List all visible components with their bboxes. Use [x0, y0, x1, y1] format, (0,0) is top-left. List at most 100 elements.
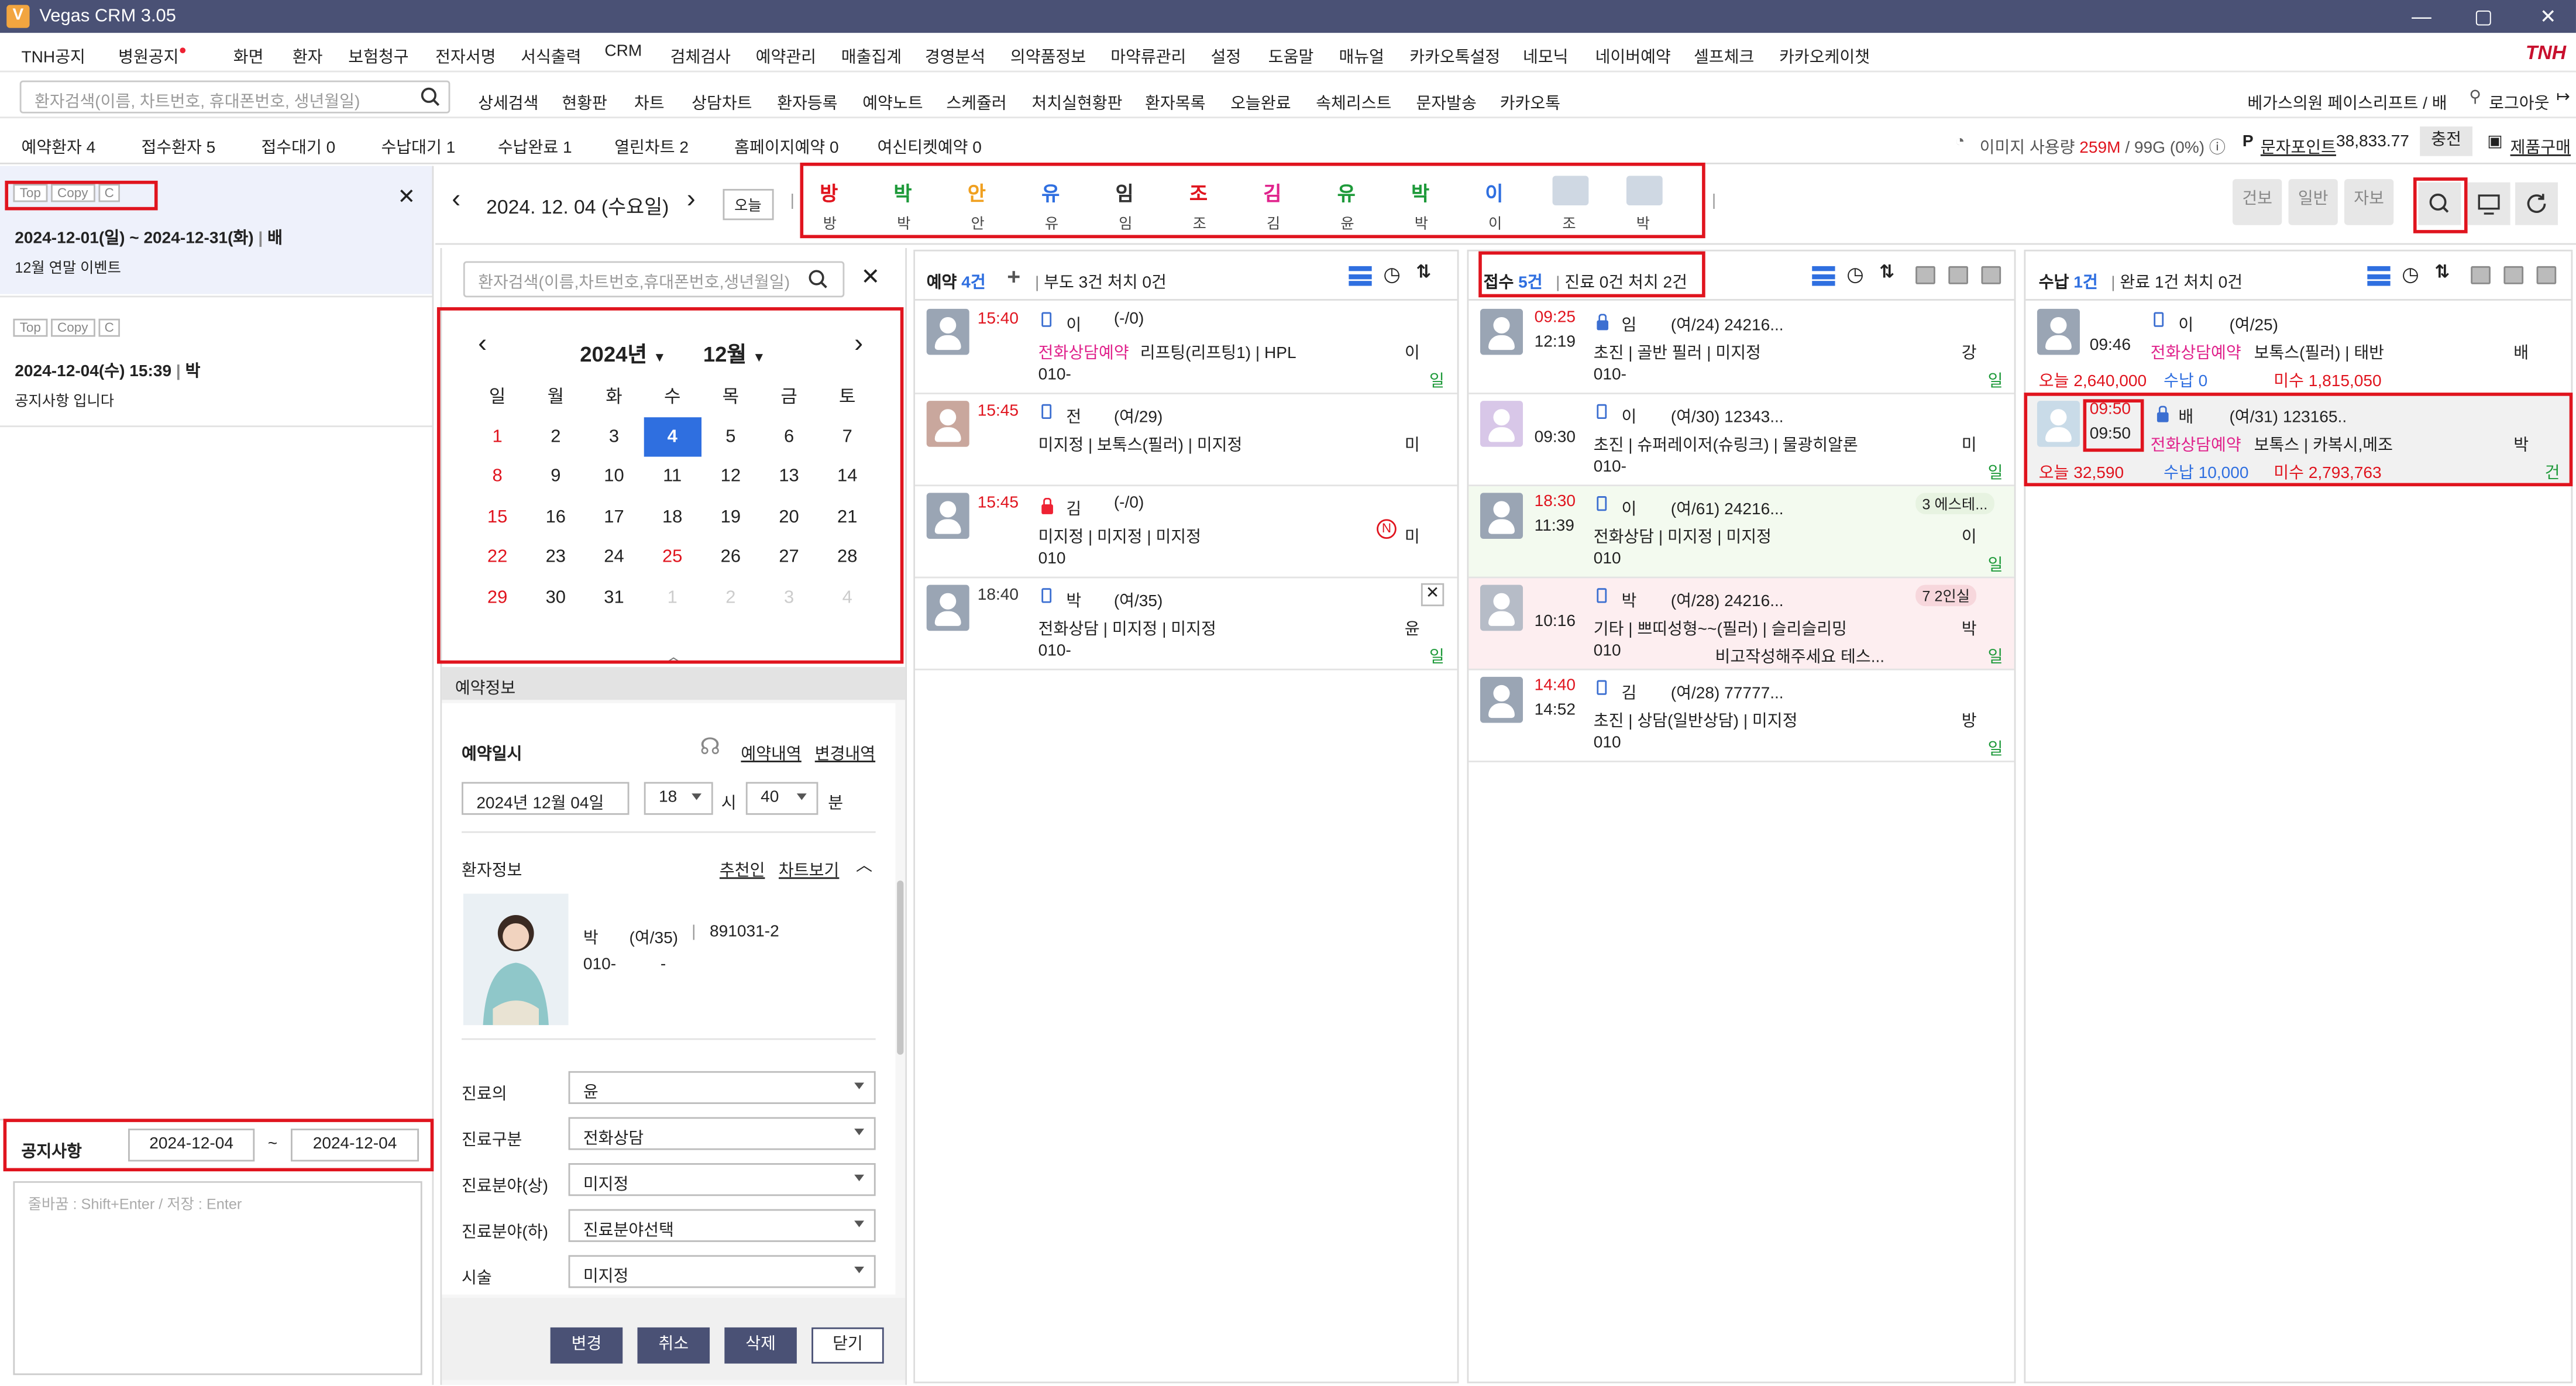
menu-help[interactable]: 도움말: [1268, 43, 1314, 67]
h-icon[interactable]: [1915, 266, 1935, 284]
menu-insurance[interactable]: 보험청구: [348, 43, 408, 67]
menu-crm[interactable]: CRM: [604, 43, 642, 61]
scrollbar[interactable]: [897, 881, 904, 1055]
sort-icon[interactable]: ⇅: [1879, 261, 1894, 283]
resv-minute-select[interactable]: 40: [745, 782, 818, 815]
menu-forms[interactable]: 서식출력: [521, 43, 581, 67]
status-homepage[interactable]: 홈페이지예약 0: [734, 133, 838, 158]
status-pay-waiting[interactable]: 수납대기 1: [381, 133, 455, 158]
reception-card[interactable]: 09:30 이 (여/30) 12343... 초진 | 슈퍼레이저(슈링크) | 물…: [1468, 394, 2014, 487]
reception-card[interactable]: 09:25 12:19 임 (여/24) 24216... 초진 | 골반 필러 | 미…: [1468, 302, 2014, 394]
bi-icon[interactable]: [2503, 266, 2524, 284]
bi-icon[interactable]: [1948, 266, 1968, 284]
referrer-link[interactable]: 추천인: [720, 856, 765, 881]
menu-analysis[interactable]: 경영분석: [925, 43, 985, 67]
chevron-up-icon[interactable]: ︿: [856, 851, 872, 876]
charge-button[interactable]: 충전: [2420, 126, 2473, 156]
clock-icon[interactable]: ◷: [1846, 263, 1863, 286]
restore-icon[interactable]: ▢: [2474, 5, 2493, 27]
resv-date-picker[interactable]: 2024년 12월 04일: [462, 782, 630, 815]
procedure-select[interactable]: 미지정: [568, 1255, 876, 1288]
monitor-icon[interactable]: [2467, 182, 2510, 225]
clock-icon[interactable]: ◷: [1383, 263, 1400, 286]
logout-icon[interactable]: ↦: [2556, 89, 2570, 107]
toolbar-sms[interactable]: 문자발송: [1416, 89, 1476, 114]
resv-changes-link[interactable]: 변경내역: [815, 740, 875, 764]
list-view-icon[interactable]: [2367, 266, 2391, 286]
insurance-general-button[interactable]: 일반: [2288, 179, 2338, 225]
visit-type-select[interactable]: 전화상담: [568, 1117, 876, 1150]
field-lower-select[interactable]: 진료분야선택: [568, 1209, 876, 1242]
add-icon[interactable]: +: [1007, 263, 1020, 289]
toolbar-chart[interactable]: 차트: [634, 89, 665, 114]
list-view-icon[interactable]: [1812, 266, 1835, 286]
h-icon[interactable]: [2471, 266, 2491, 284]
menu-esign[interactable]: 전자서명: [435, 43, 496, 67]
toolbar-today-done[interactable]: 오늘완료: [1230, 89, 1291, 114]
toolbar-list[interactable]: 속체리스트: [1316, 89, 1391, 114]
toolbar-status-board[interactable]: 현황판: [562, 89, 607, 114]
status-waiting[interactable]: 접수대기 0: [261, 133, 335, 158]
menu-sales[interactable]: 매출집계: [841, 43, 902, 67]
insurance-auto-button[interactable]: 자보: [2344, 179, 2394, 225]
search-icon[interactable]: [421, 87, 441, 107]
clock-icon[interactable]: ◷: [2402, 263, 2419, 286]
reception-card[interactable]: 18:30 11:39 이 (여/61) 24216... 전화상담 | 미지정 | 미…: [1468, 486, 2014, 579]
chart-view-link[interactable]: 차트보기: [779, 856, 839, 881]
menu-screen[interactable]: 화면: [233, 43, 264, 67]
notice-memo-input[interactable]: 줄바꿈 : Shift+Enter / 저장 : Enter: [13, 1181, 422, 1375]
reservation-card[interactable]: 18:40 박 (여/35) 전화상담 | 미지정 | 미지정 010- 윤 ✕ 일: [915, 578, 1457, 670]
tag-top[interactable]: Top: [13, 318, 48, 337]
payment-card[interactable]: 09:46 이 (여/25) 전화상담예약 보톡스(필러) | 태반 배 오늘 2,640,…: [2025, 302, 2571, 394]
delete-button[interactable]: 삭제: [724, 1327, 797, 1364]
toolbar-kakao[interactable]: 카카오톡: [1500, 89, 1560, 114]
close-icon[interactable]: ✕: [861, 263, 880, 291]
change-button[interactable]: 변경: [550, 1327, 623, 1364]
field-upper-select[interactable]: 미지정: [568, 1163, 876, 1196]
insurance-health-button[interactable]: 건보: [2233, 179, 2282, 225]
logout-button[interactable]: 로그아웃: [2489, 89, 2549, 114]
grid-icon[interactable]: [2536, 266, 2557, 284]
patient-search-input[interactable]: 환자검색(이름, 차트번호, 휴대폰번호, 생년월일): [19, 80, 450, 114]
search-icon[interactable]: [809, 270, 828, 290]
status-received[interactable]: 접수환자 5: [141, 133, 215, 158]
close-button[interactable]: 닫기: [811, 1327, 884, 1364]
doctor-select[interactable]: 윤: [568, 1071, 876, 1104]
close-icon[interactable]: ✕: [398, 184, 416, 210]
toolbar-register[interactable]: 환자등록: [777, 89, 837, 114]
toolbar-scheduler[interactable]: 스케쥴러: [946, 89, 1006, 114]
status-open-charts[interactable]: 열린차트 2: [614, 133, 689, 158]
resv-hour-select[interactable]: 18: [644, 782, 713, 815]
toolbar-patient-list[interactable]: 환자목록: [1145, 89, 1205, 114]
menu-nemonic[interactable]: 네모닉: [1523, 43, 1569, 67]
reservation-card[interactable]: 15:45 전 (여/29) 미지정 | 보톡스(필러) | 미지정 미: [915, 394, 1457, 487]
status-reserved[interactable]: 예약환자 4: [22, 133, 96, 158]
menu-tnh-notice[interactable]: TNH공지: [22, 43, 85, 67]
cancel-button[interactable]: 취소: [637, 1327, 710, 1364]
sms-points-label[interactable]: 문자포인트: [2261, 133, 2336, 158]
next-date-icon[interactable]: ›: [687, 185, 696, 215]
refresh-icon[interactable]: [2515, 182, 2558, 225]
status-paid[interactable]: 수납완료 1: [498, 133, 572, 158]
tag-copy[interactable]: Copy: [50, 318, 95, 337]
notice-item[interactable]: Top Copy C 2024-12-04(수) 15:39 | 박 공지사항 입니…: [0, 295, 432, 428]
today-button[interactable]: 오늘: [723, 188, 773, 221]
toolbar-detail-search[interactable]: 상세검색: [478, 89, 538, 114]
menu-patient[interactable]: 환자: [293, 43, 323, 67]
menu-reservation[interactable]: 예약관리: [756, 43, 816, 67]
menu-kakao-settings[interactable]: 카카오톡설정: [1409, 43, 1500, 67]
close-icon[interactable]: ✕: [1421, 583, 1445, 607]
reception-card[interactable]: 14:40 14:52 김 (여/28) 77777... 초진 | 상담(일반상담) …: [1468, 670, 2014, 762]
menu-drug-info[interactable]: 의약품정보: [1010, 43, 1086, 67]
reservation-card[interactable]: 15:40 이 (-/0) 전화상담예약 리프팅(리프팅1) | HPL 010- 이 일: [915, 302, 1457, 394]
product-buy-link[interactable]: 제품구매: [2510, 133, 2571, 158]
menu-kakao-chat[interactable]: 카카오케이챗: [1779, 43, 1870, 67]
prev-date-icon[interactable]: ‹: [452, 185, 460, 215]
menu-selfcheck[interactable]: 셀프체크: [1694, 43, 1754, 67]
menu-naver[interactable]: 네이버예약: [1595, 43, 1671, 67]
status-yeoshin[interactable]: 여신티켓예약 0: [877, 133, 981, 158]
menu-narcotics[interactable]: 마약류관리: [1110, 43, 1186, 67]
list-view-icon[interactable]: [1349, 266, 1372, 286]
sort-icon[interactable]: ⇅: [2434, 261, 2450, 283]
calendar-search-input[interactable]: 환자검색(이름,차트번호,휴대폰번호,생년월일): [463, 261, 845, 298]
